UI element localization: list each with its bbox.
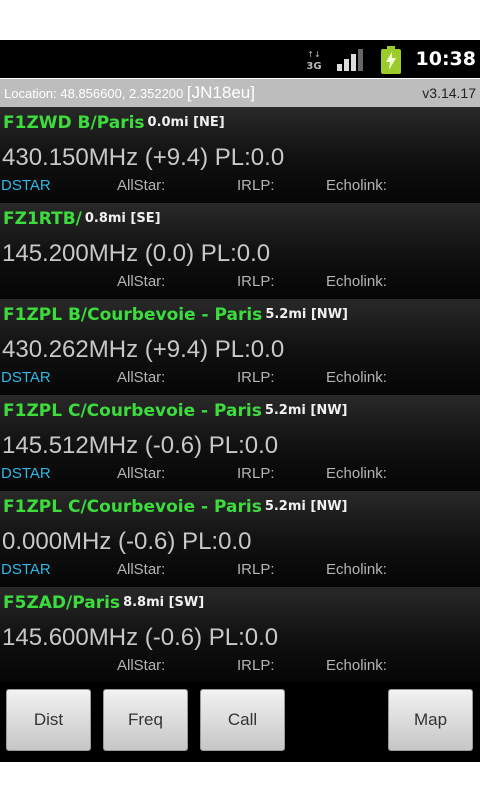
sort-call-button[interactable]: Call [200, 689, 285, 751]
irlp-label: IRLP: [237, 369, 275, 386]
repeater-row[interactable]: FZ1RTB/0.8mi [SE] 145.200MHz (0.0) PL:0.… [0, 203, 480, 299]
echolink-label: Echolink: [326, 561, 387, 578]
location-coordinates: Location: 48.856600, 2.352200 [4, 86, 184, 101]
repeater-row[interactable]: F1ZPL C/Courbevoie - Paris 5.2mi [NW] 0.0… [0, 491, 480, 587]
irlp-label: IRLP: [237, 273, 275, 290]
repeater-distance: 0.8mi [SE] [84, 211, 161, 226]
allstar-label: AllStar: [117, 561, 166, 578]
repeater-callsign: F1ZPL C/Courbevoie - Paris [3, 401, 262, 421]
repeater-mode: DSTAR [1, 369, 51, 386]
grid-locator: [JN18eu] [186, 83, 255, 102]
repeater-list[interactable]: F1ZWD B/Paris 0.0mi [NE] 430.150MHz (+9.4… [0, 107, 480, 682]
repeater-frequency: 145.600MHz (-0.6) PL:0.0 [2, 624, 279, 651]
status-bar: ↑↓ 3G 10:38 [0, 40, 480, 78]
sort-freq-button[interactable]: Freq [103, 689, 188, 751]
allstar-label: AllStar: [117, 369, 166, 386]
network-3g-icon: ↑↓ 3G [306, 50, 321, 72]
repeater-mode: DSTAR [1, 177, 51, 194]
irlp-label: IRLP: [237, 561, 275, 578]
top-margin [0, 0, 480, 40]
allstar-label: AllStar: [117, 657, 166, 674]
echolink-label: Echolink: [326, 369, 387, 386]
repeater-distance: 5.2mi [NW] [264, 499, 348, 514]
repeater-frequency: 430.150MHz (+9.4) PL:0.0 [2, 144, 285, 171]
repeater-frequency: 0.000MHz (-0.6) PL:0.0 [2, 528, 252, 555]
repeater-callsign: FZ1RTB/ [3, 209, 82, 229]
location-bar: Location: 48.856600, 2.352200 [JN18eu] v… [0, 79, 480, 107]
repeater-callsign: F1ZPL C/Courbevoie - Paris [3, 497, 262, 517]
repeater-distance: 0.0mi [NE] [147, 115, 225, 130]
map-button[interactable]: Map [388, 689, 473, 751]
repeater-mode: DSTAR [1, 465, 51, 482]
echolink-label: Echolink: [326, 273, 387, 290]
signal-bars-icon [337, 49, 363, 71]
repeater-frequency: 430.262MHz (+9.4) PL:0.0 [2, 336, 285, 363]
allstar-label: AllStar: [117, 465, 166, 482]
irlp-label: IRLP: [237, 177, 275, 194]
network-activity-text: ↑↓ [307, 50, 320, 59]
bottom-margin [0, 762, 480, 800]
repeater-distance: 8.8mi [SW] [123, 595, 205, 610]
repeater-frequency: 145.200MHz (0.0) PL:0.0 [2, 240, 271, 267]
repeater-callsign: F1ZPL B/Courbevoie - Paris [3, 305, 263, 325]
repeater-callsign: F1ZWD B/Paris [3, 113, 145, 133]
irlp-label: IRLP: [237, 657, 275, 674]
repeater-header: F1ZPL C/Courbevoie - Paris 5.2mi [NW] [3, 401, 348, 421]
repeater-header: FZ1RTB/0.8mi [SE] [3, 209, 161, 229]
irlp-label: IRLP: [237, 465, 275, 482]
allstar-label: AllStar: [117, 273, 166, 290]
battery-charging-icon [381, 46, 401, 74]
repeater-mode: DSTAR [1, 561, 51, 578]
bottom-toolbar: Dist Freq Call Map [0, 682, 480, 762]
echolink-label: Echolink: [326, 177, 387, 194]
allstar-label: AllStar: [117, 177, 166, 194]
repeater-header: F1ZPL C/Courbevoie - Paris 5.2mi [NW] [3, 497, 348, 517]
repeater-row[interactable]: F1ZPL C/Courbevoie - Paris 5.2mi [NW] 145… [0, 395, 480, 491]
app-version: v3.14.17 [422, 85, 476, 101]
repeater-header: F1ZPL B/Courbevoie - Paris 5.2mi [NW] [3, 305, 348, 325]
echolink-label: Echolink: [326, 657, 387, 674]
clock: 10:38 [415, 48, 476, 70]
network-type-text: 3G [306, 61, 321, 72]
repeater-header: F1ZWD B/Paris 0.0mi [NE] [3, 113, 225, 133]
repeater-distance: 5.2mi [NW] [264, 403, 348, 418]
repeater-distance: 5.2mi [NW] [265, 307, 348, 322]
repeater-row[interactable]: F1ZPL B/Courbevoie - Paris 5.2mi [NW] 430… [0, 299, 480, 395]
repeater-header: F5ZAD/Paris 8.8mi [SW] [3, 593, 204, 613]
repeater-row[interactable]: F5ZAD/Paris 8.8mi [SW] 145.600MHz (-0.6) … [0, 587, 480, 682]
echolink-label: Echolink: [326, 465, 387, 482]
sort-dist-button[interactable]: Dist [6, 689, 91, 751]
repeater-frequency: 145.512MHz (-0.6) PL:0.0 [2, 432, 279, 459]
repeater-callsign: F5ZAD/Paris [3, 593, 121, 613]
location-readout: Location: 48.856600, 2.352200 [JN18eu] [4, 79, 255, 108]
repeater-row[interactable]: F1ZWD B/Paris 0.0mi [NE] 430.150MHz (+9.4… [0, 107, 480, 203]
